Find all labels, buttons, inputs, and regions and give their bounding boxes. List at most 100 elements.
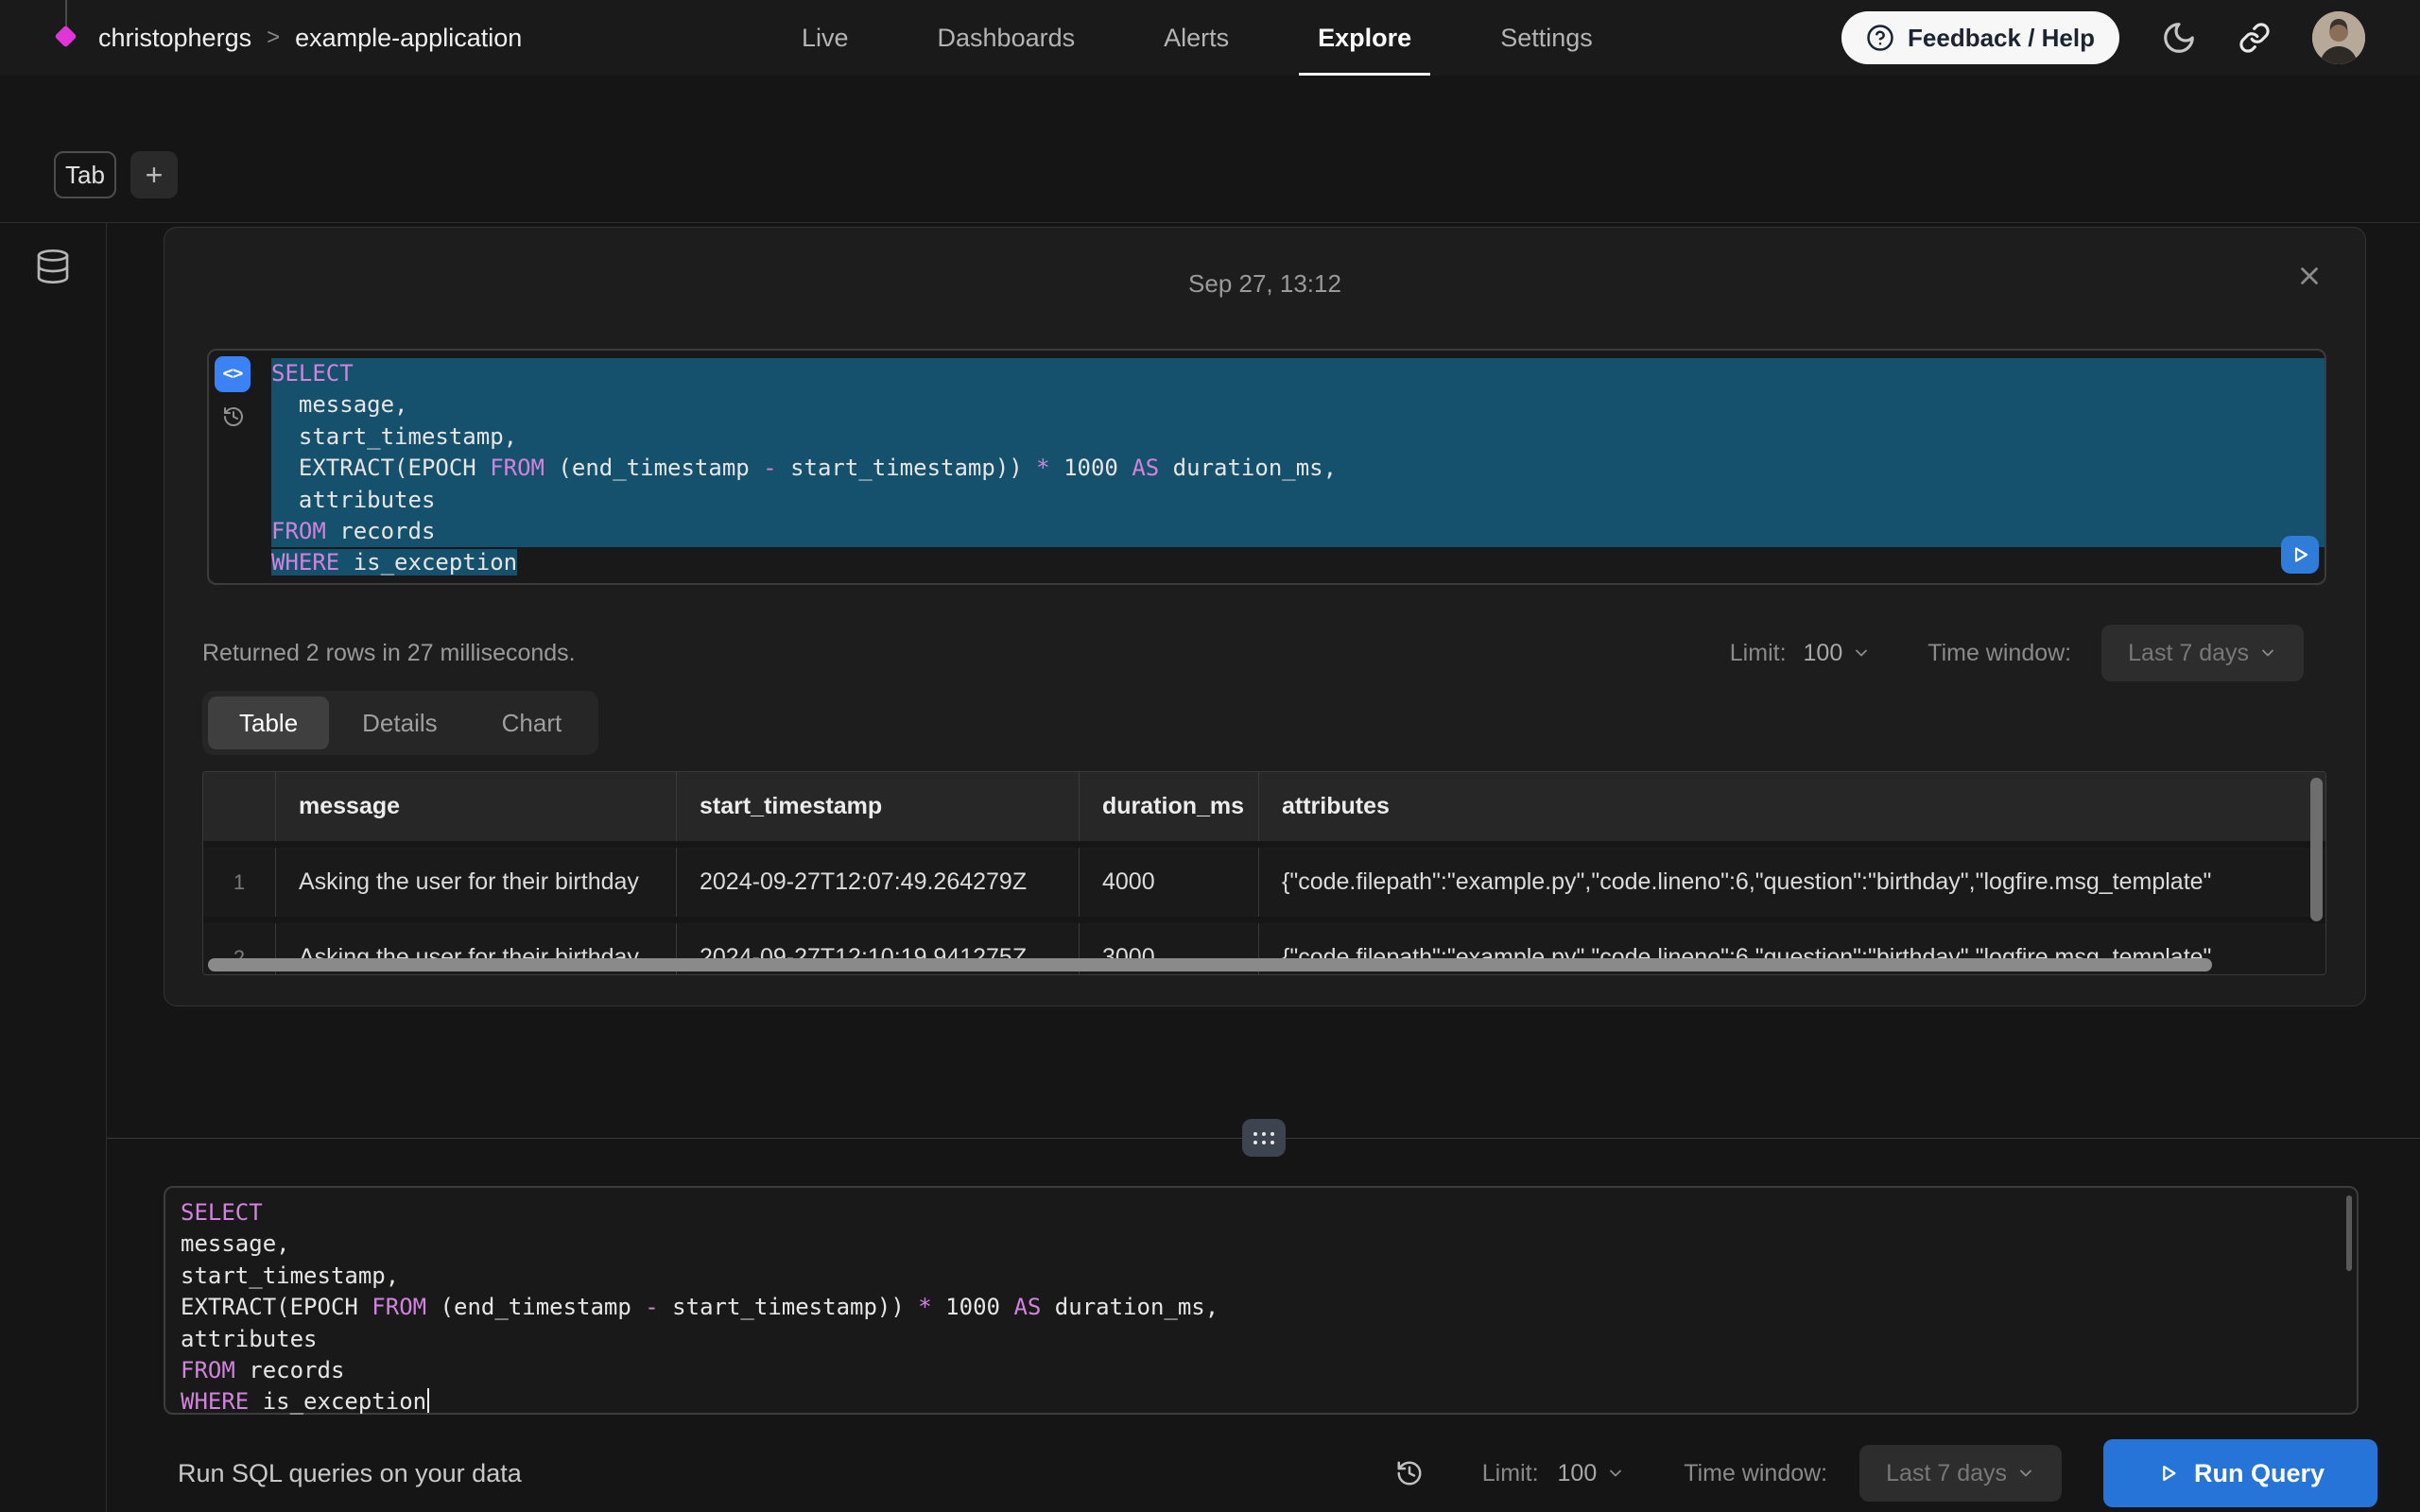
feedback-help-button[interactable]: Feedback / Help [1841,11,2119,64]
play-icon [2288,542,2312,567]
grip-dots-icon [1253,1132,1274,1144]
result-status: Returned 2 rows in 27 milliseconds. [202,640,576,667]
breadcrumb-org[interactable]: christophergs [98,24,251,53]
run-inline-button[interactable] [2281,536,2319,574]
time-window-label: Time window: [1927,640,2071,667]
table-vertical-scrollbar[interactable] [2310,778,2323,921]
pane-resizer-handle[interactable] [1242,1119,1286,1157]
top-nav: christophergs > example-application Live… [0,0,2420,76]
code-line: SELECT [181,1197,2357,1228]
code-icon: <> [223,358,243,389]
limit-label: Limit: [1482,1460,1539,1487]
code-line: message, [181,1228,2357,1260]
sql-editor-history[interactable]: <> SELECT message, start_timestamp, EXTR… [207,349,2326,585]
code-line: EXTRACT(EPOCH FROM (end_timestamp - star… [271,453,2325,484]
database-schema-button[interactable] [34,248,72,285]
database-icon [34,248,72,285]
nav-item-alerts[interactable]: Alerts [1164,0,1229,76]
query-timestamp: Sep 27, 13:12 [164,269,2365,299]
chevron-down-icon [2016,1464,2035,1483]
time-window-value: Last 7 days [1886,1460,2007,1487]
table-row: 1 Asking the user for their birthday 202… [203,848,2325,917]
left-sidebar [0,223,107,1512]
link-icon [2238,22,2271,54]
plus-icon: + [146,158,164,193]
primary-nav: Live Dashboards Alerts Explore Settings [802,0,1593,76]
dark-mode-toggle[interactable] [2161,20,2197,56]
cell-start-timestamp: 2024-09-27T12:07:49.264279Z [677,848,1080,917]
share-link-button[interactable] [2238,22,2271,54]
nav-item-live[interactable]: Live [802,0,849,76]
moon-icon [2161,20,2197,56]
text-caret [427,1388,429,1413]
nav-item-explore[interactable]: Explore [1318,0,1411,76]
time-window-select[interactable]: Last 7 days [1859,1445,2062,1502]
feedback-help-label: Feedback / Help [1908,24,2095,53]
history-icon [222,405,245,428]
code-line: WHERE is_exception [181,1386,2357,1418]
tab-table[interactable]: Table [208,696,329,749]
code-toggle-button[interactable]: <> [215,356,251,392]
nav-item-dashboards[interactable]: Dashboards [938,0,1076,76]
editor-scrollbar[interactable] [2346,1195,2352,1271]
tab-details[interactable]: Details [331,696,468,749]
chevron-down-icon [2258,644,2277,662]
table-header-row: message start_timestamp duration_ms attr… [203,772,2325,841]
column-header-duration-ms: duration_ms [1080,772,1259,841]
time-window-value: Last 7 days [2128,640,2249,667]
code-line: start_timestamp, [271,421,2325,453]
content-divider [0,222,2420,223]
query-history-card: Sep 27, 13:12 <> SELECT message, start_t… [164,227,2366,1006]
user-avatar[interactable] [2312,11,2365,64]
row-number: 1 [203,848,276,917]
sql-editor-input[interactable]: SELECT message, start_timestamp, EXTRACT… [164,1186,2359,1415]
close-icon [2295,262,2324,290]
query-history-button[interactable] [1395,1459,1424,1487]
results-table: message start_timestamp duration_ms attr… [202,771,2326,975]
column-header-message: message [276,772,677,841]
tab-button[interactable]: Tab [54,151,116,198]
breadcrumb: christophergs > example-application [55,0,522,76]
logfire-logo [55,0,78,76]
help-circle-icon [1866,24,1894,52]
run-query-label: Run Query [2194,1459,2325,1488]
breadcrumb-separator: > [267,25,280,51]
code-line: attributes [181,1324,2357,1355]
close-card-button[interactable] [2295,262,2324,290]
limit-select[interactable]: 100 [1558,1460,1626,1487]
time-window-label: Time window: [1684,1460,1827,1487]
cell-message: Asking the user for their birthday [276,848,677,917]
time-window-select[interactable]: Last 7 days [2101,625,2304,681]
limit-value: 100 [1804,640,1843,667]
history-icon [1395,1459,1424,1487]
code-line: FROM records [181,1355,2357,1386]
footer-bar: Run SQL queries on your data Limit: 100 … [0,1435,2420,1512]
nav-item-settings[interactable]: Settings [1500,0,1593,76]
cell-attributes: {"code.filepath":"example.py","code.line… [1259,848,2325,917]
row-number-header [203,772,276,841]
add-tab-button[interactable]: + [130,151,178,198]
column-header-start-timestamp: start_timestamp [677,772,1080,841]
code-line: message, [271,389,2325,421]
sql-code-selected[interactable]: SELECT message, start_timestamp, EXTRACT… [268,351,2325,583]
chevron-down-icon [1606,1464,1625,1483]
column-header-attributes: attributes [1259,772,2325,841]
limit-label: Limit: [1730,640,1787,667]
result-view-tabs: Table Details Chart [202,691,598,755]
code-line: start_timestamp, [181,1261,2357,1292]
editor-gutter: <> [209,351,268,583]
tab-chart[interactable]: Chart [471,696,594,749]
table-horizontal-scrollbar[interactable] [208,958,2212,971]
code-line: FROM records [271,516,2325,547]
code-line: attributes [271,485,2325,516]
breadcrumb-project[interactable]: example-application [295,24,522,53]
cell-duration-ms: 4000 [1080,848,1259,917]
code-line: EXTRACT(EPOCH FROM (end_timestamp - star… [181,1292,2357,1323]
code-line: SELECT [271,358,2325,389]
footer-hint: Run SQL queries on your data [178,1459,522,1488]
limit-select[interactable]: 100 [1804,640,1872,667]
logo-diamond-icon [54,25,77,47]
run-query-button[interactable]: Run Query [2103,1439,2377,1507]
chevron-down-icon [1852,644,1871,662]
editor-history-button[interactable] [222,405,245,428]
